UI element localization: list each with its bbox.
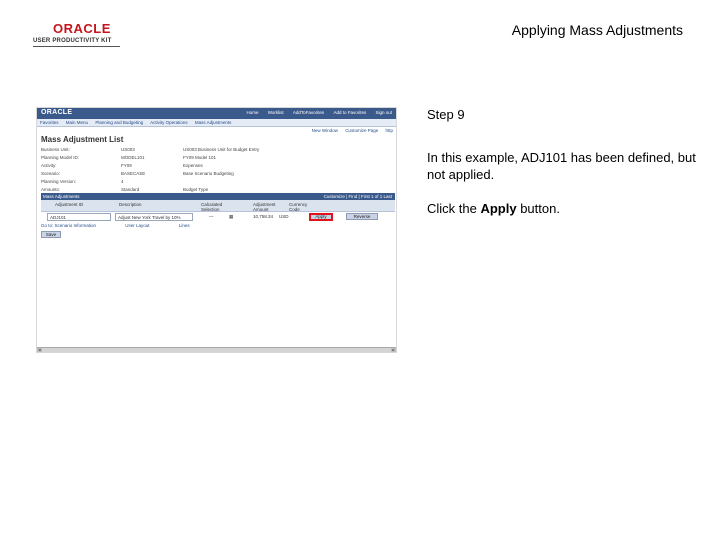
selection-value: —: [209, 214, 214, 219]
click-instruction: Click the Apply button.: [427, 200, 697, 217]
app-top-links: Home Worklist AddToFavorites Add to Favo…: [238, 110, 392, 115]
horizontal-scrollbar[interactable]: ◂ ▸: [37, 347, 396, 352]
menu-mass-adjustments[interactable]: Mass Adjustments: [195, 120, 232, 125]
logo-subtitle: USER PRODUCTIVITY KIT: [33, 38, 112, 44]
field-description: US003 Business Unit for Budget Entry: [183, 147, 260, 152]
link-add-to-favorites[interactable]: Add to Favorites: [333, 110, 366, 115]
application-screenshot: ORACLE Home Worklist AddToFavorites Add …: [36, 107, 397, 353]
menu-activity[interactable]: Activity Operations: [150, 120, 188, 125]
field-description: Base Scenario Budgeting: [183, 171, 234, 176]
table-row: ADJ101 Adjust New York Travel by 10% — ▦…: [41, 212, 395, 222]
instruction-text: In this example, ADJ101 has been defined…: [427, 150, 696, 182]
slide-title: Applying Mass Adjustments: [511, 22, 683, 38]
app-page-title: Mass Adjustment List: [41, 135, 124, 144]
mass-adjustments-grid: Mass Adjustments Customize | Find | Firs…: [41, 193, 395, 222]
adjustment-id-field[interactable]: ADJ101: [47, 213, 111, 221]
link-user-layout[interactable]: User Layout: [125, 223, 149, 228]
grid-navigation[interactable]: Customize | Find | First 1 of 1 Last: [324, 193, 392, 200]
field-activity: Activity: FY09 Expenses: [41, 162, 396, 170]
menu-favorites[interactable]: Favorites: [40, 120, 59, 125]
grid-title: Mass Adjustments: [43, 194, 80, 199]
col-currency-code: Currency Code: [289, 202, 308, 212]
scroll-right-icon[interactable]: ▸: [391, 348, 396, 352]
field-scenario: Scenario: BASECASE Base Scenario Budgeti…: [41, 170, 396, 178]
menu-planning[interactable]: Planning and Budgeting: [95, 120, 143, 125]
link-sign-out[interactable]: Sign out: [375, 110, 392, 115]
grid-column-headers: Adjustment ID Description Calculated Sel…: [41, 200, 395, 212]
apply-button[interactable]: Apply: [309, 213, 333, 221]
field-label: Business Unit:: [41, 147, 70, 152]
grid-header: Mass Adjustments Customize | Find | Firs…: [41, 193, 395, 200]
col-adjustment-amount: Adjustment Amount: [253, 202, 276, 212]
field-value: US003: [121, 147, 135, 152]
adjustment-amount-value: 10,758.34: [253, 214, 274, 219]
field-label: Planning Version:: [41, 179, 77, 184]
field-label: Activity:: [41, 163, 57, 168]
app-logo: ORACLE: [41, 109, 73, 116]
logo-oracle-text: ORACLE: [53, 21, 111, 36]
field-business-unit: Business Unit: US003 US003 Business Unit…: [41, 146, 396, 154]
currency-value: USD: [279, 214, 289, 219]
reverse-button[interactable]: Reverse: [346, 213, 378, 220]
click-prefix: Click the: [427, 201, 481, 216]
step-number: Step 9: [427, 107, 465, 122]
app-breadcrumb: Favorites Main Menu Planning and Budgeti…: [37, 119, 396, 127]
link-home[interactable]: Home: [246, 110, 258, 115]
col-description: Description: [119, 202, 142, 207]
field-description: FY09 Model 101: [183, 155, 217, 160]
logo-divider: [33, 46, 120, 47]
field-label: Planning Model ID:: [41, 155, 80, 160]
field-label: Scenario:: [41, 171, 61, 176]
view-icon[interactable]: ▦: [229, 213, 237, 221]
link-worklist[interactable]: Worklist: [268, 110, 284, 115]
col-calculated-selection: Calculated Selection: [201, 202, 223, 212]
field-value: 4: [121, 179, 124, 184]
field-value: MODEL101: [121, 155, 145, 160]
field-value: BASECASE: [121, 171, 146, 176]
save-button[interactable]: Save: [41, 231, 61, 238]
menu-main[interactable]: Main Menu: [66, 120, 88, 125]
field-value: FY09: [121, 163, 132, 168]
toolbar-customize-page[interactable]: Customize Page: [345, 128, 378, 133]
link-lines[interactable]: Lines: [179, 223, 190, 228]
field-description: Expenses: [183, 163, 203, 168]
toolbar-new-window[interactable]: New Window: [312, 128, 338, 133]
toolbar-http[interactable]: http: [385, 128, 393, 133]
col-adjustment-id: Adjustment ID: [55, 202, 84, 207]
app-header-bar: ORACLE Home Worklist AddToFavorites Add …: [37, 108, 396, 119]
app-header-fields: Business Unit: US003 US003 Business Unit…: [37, 146, 396, 194]
field-planning-version: Planning Version: 4: [41, 178, 396, 186]
bottom-links: Go to: Scenario Information User Layout …: [41, 223, 218, 228]
oracle-upk-logo: ORACLE USER PRODUCTIVITY KIT: [33, 22, 125, 45]
scroll-left-icon[interactable]: ◂: [37, 348, 42, 352]
click-target: Apply: [480, 201, 517, 216]
app-toolbar: New Window Customize Page http: [37, 127, 396, 135]
click-suffix: button.: [516, 201, 560, 216]
description-field[interactable]: Adjust New York Travel by 10%: [115, 213, 193, 221]
link-addtofavorites[interactable]: AddToFavorites: [293, 110, 324, 115]
link-scenario-information[interactable]: Go to: Scenario Information: [41, 223, 96, 228]
field-planning-model: Planning Model ID: MODEL101 FY09 Model 1…: [41, 154, 396, 162]
